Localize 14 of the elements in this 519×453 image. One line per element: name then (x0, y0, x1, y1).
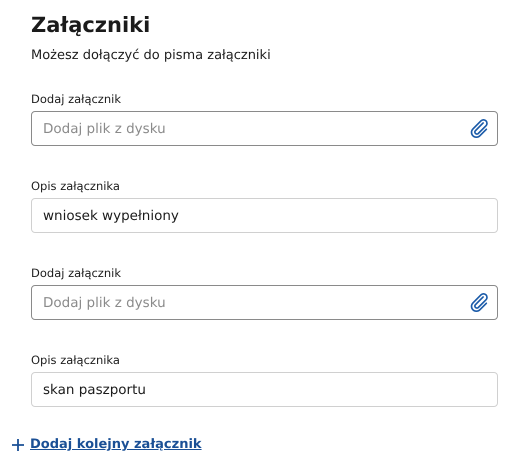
text-input-field[interactable]: wniosek wypełniony (31, 198, 498, 233)
file-input-field[interactable]: Dodaj plik z dysku (31, 285, 498, 320)
field-label: Dodaj załącznik (31, 265, 121, 281)
plus-icon (12, 438, 24, 450)
section-title: Załączniki (31, 12, 152, 38)
file-input-field[interactable]: Dodaj plik z dysku (31, 111, 498, 146)
field-label: Opis załącznika (31, 178, 120, 194)
section-description: Możesz dołączyć do pisma załączniki (31, 47, 272, 65)
field-label: Opis załącznika (31, 352, 120, 368)
paperclip-icon[interactable] (468, 117, 490, 139)
add-attachment-link[interactable]: Dodaj kolejny załącznik (12, 437, 202, 452)
field-label: Dodaj załącznik (31, 91, 121, 107)
paperclip-icon[interactable] (468, 291, 490, 313)
text-input-field[interactable]: skan paszportu (31, 372, 498, 407)
